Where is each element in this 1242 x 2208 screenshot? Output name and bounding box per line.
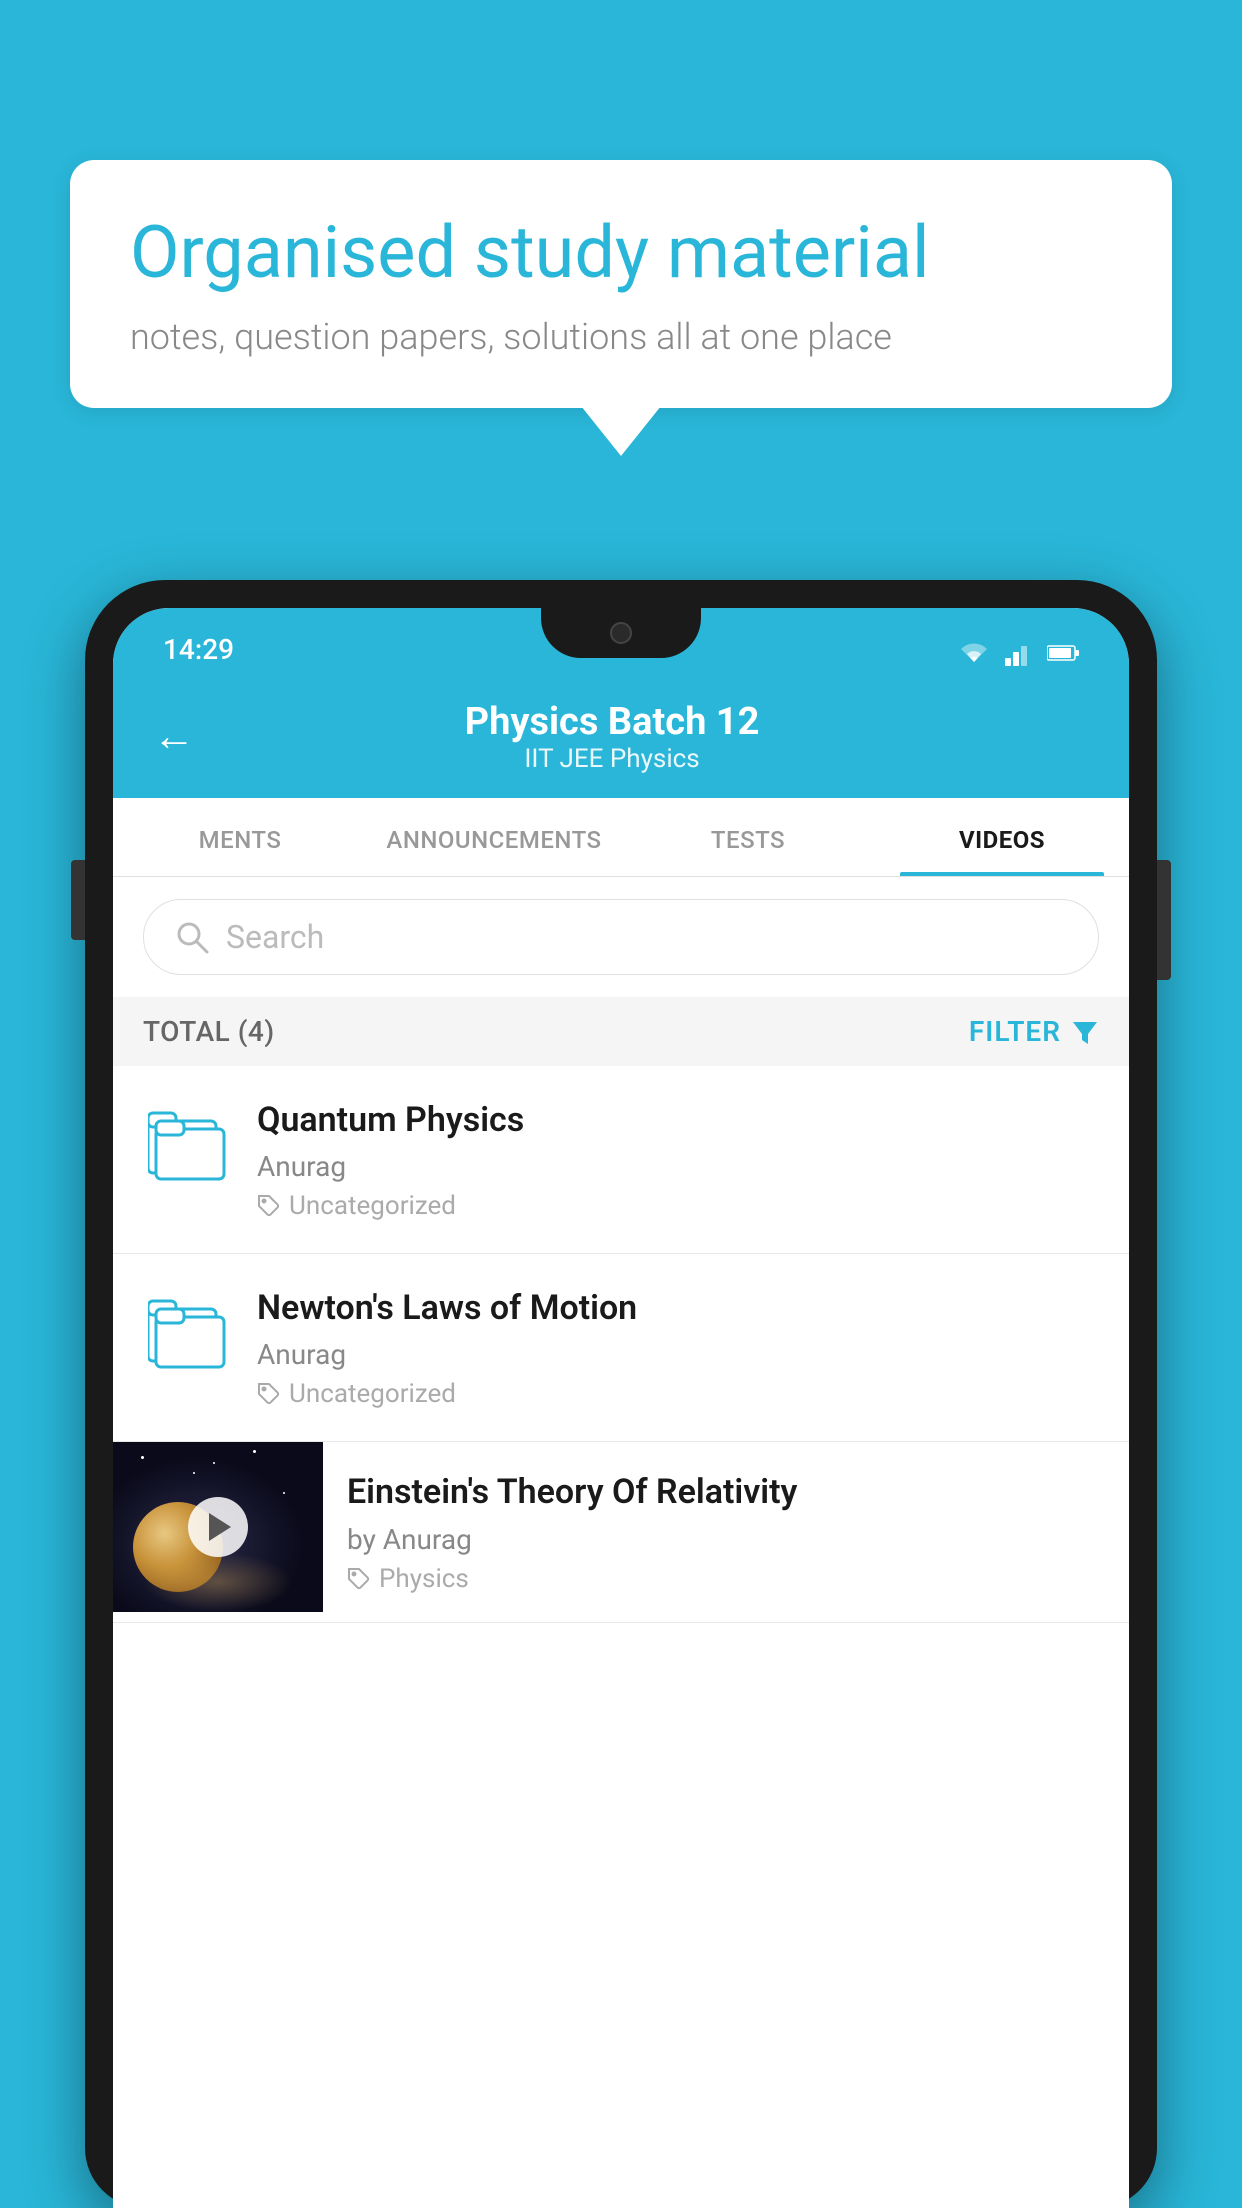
wifi-icon — [957, 640, 991, 666]
status-icons — [957, 640, 1079, 666]
folder-icon-0 — [148, 1111, 228, 1183]
thumbnail-2 — [113, 1442, 323, 1612]
item-info-2: Einstein's Theory Of Relativity by Anura… — [323, 1442, 1129, 1621]
camera — [610, 622, 632, 644]
status-time: 14:29 — [163, 633, 234, 666]
tab-tests[interactable]: TESTS — [621, 798, 875, 876]
item-author-0: Anurag — [257, 1150, 1099, 1183]
phone-screen: 14:29 — [113, 608, 1129, 2208]
item-title-0: Quantum Physics — [257, 1098, 1099, 1142]
tag-icon-1 — [257, 1382, 281, 1406]
tag-icon-2 — [347, 1567, 371, 1591]
item-tag-1: Uncategorized — [257, 1379, 1099, 1409]
search-icon — [174, 919, 210, 955]
bubble-subtitle: notes, question papers, solutions all at… — [130, 316, 1112, 358]
video-item-0[interactable]: Quantum Physics Anurag Uncategorized — [113, 1066, 1129, 1254]
header-subtitle: IIT JEE Physics — [225, 744, 999, 774]
item-author-2: by Anurag — [347, 1523, 1105, 1556]
item-info-0: Quantum Physics Anurag Uncategorized — [257, 1098, 1099, 1221]
header-title: Physics Batch 12 — [225, 700, 999, 744]
tab-ments[interactable]: MENTS — [113, 798, 367, 876]
search-input-placeholder: Search — [226, 918, 324, 956]
search-box[interactable]: Search — [143, 899, 1099, 975]
tab-announcements[interactable]: ANNOUNCEMENTS — [367, 798, 621, 876]
content-area: Quantum Physics Anurag Uncategorized — [113, 1066, 1129, 1623]
folder-icon-1 — [148, 1299, 228, 1371]
back-button[interactable]: ← — [153, 716, 195, 758]
tab-videos[interactable]: VIDEOS — [875, 798, 1129, 876]
item-tag-0: Uncategorized — [257, 1191, 1099, 1221]
video-item-2[interactable]: Einstein's Theory Of Relativity by Anura… — [113, 1442, 1129, 1622]
item-icon-0 — [143, 1102, 233, 1192]
item-author-1: Anurag — [257, 1338, 1099, 1371]
header-title-group: Physics Batch 12 IIT JEE Physics — [225, 700, 999, 774]
filter-bar: TOTAL (4) FILTER — [113, 997, 1129, 1066]
app-header: ← Physics Batch 12 IIT JEE Physics — [113, 680, 1129, 798]
bubble-title: Organised study material — [130, 210, 1112, 296]
battery-icon — [1047, 644, 1079, 662]
search-container: Search — [113, 877, 1129, 997]
filter-button[interactable]: FILTER — [969, 1015, 1099, 1048]
phone-outer: 14:29 — [85, 580, 1157, 2208]
filter-funnel-icon — [1071, 1018, 1099, 1046]
tag-icon-0 — [257, 1194, 281, 1218]
item-title-1: Newton's Laws of Motion — [257, 1286, 1099, 1330]
total-count: TOTAL (4) — [143, 1015, 275, 1048]
item-tag-2: Physics — [347, 1564, 1105, 1594]
speech-bubble: Organised study material notes, question… — [70, 160, 1172, 408]
notch — [541, 608, 701, 658]
signal-icon — [1005, 640, 1033, 666]
item-title-2: Einstein's Theory Of Relativity — [347, 1470, 1105, 1514]
filter-label: FILTER — [969, 1015, 1061, 1048]
item-info-1: Newton's Laws of Motion Anurag Uncategor… — [257, 1286, 1099, 1409]
phone-mockup: 14:29 — [85, 580, 1157, 2208]
item-icon-1 — [143, 1290, 233, 1380]
tabs-bar: MENTS ANNOUNCEMENTS TESTS VIDEOS — [113, 798, 1129, 877]
video-item-1[interactable]: Newton's Laws of Motion Anurag Uncategor… — [113, 1254, 1129, 1442]
play-button-2[interactable] — [188, 1497, 248, 1557]
